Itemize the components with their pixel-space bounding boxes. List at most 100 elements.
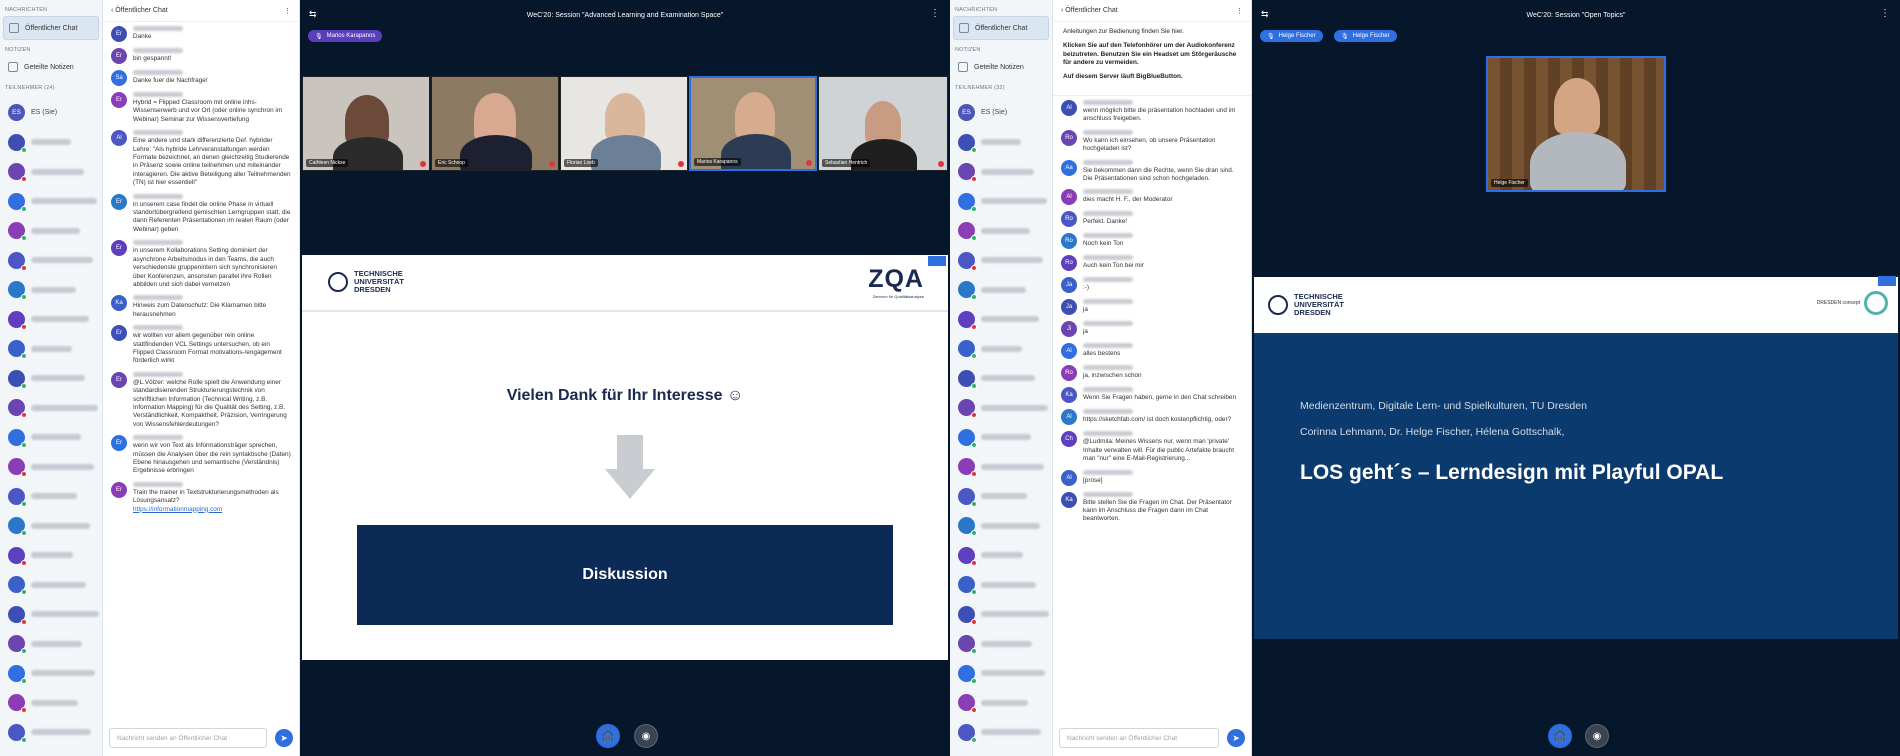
participant-item[interactable] [950, 688, 1052, 718]
users-toggle-icon[interactable]: ⇆ [309, 9, 317, 20]
avatar [8, 576, 27, 596]
chat-message: Ja:-) [1061, 277, 1243, 294]
participant-item[interactable] [0, 275, 102, 305]
chat-message-meta [1083, 189, 1243, 195]
slide-header: TECHNISCHE UNIVERSITÄT DRESDEN DRESDEN c… [1254, 277, 1898, 333]
muted-icon [938, 161, 944, 167]
status-dot [21, 736, 27, 743]
participant-item[interactable] [0, 128, 102, 158]
status-dot [971, 559, 977, 566]
chat-input[interactable]: Nachricht senden an Öffentlicher Chat [1059, 728, 1219, 748]
participant-item[interactable] [0, 659, 102, 689]
participant-item[interactable] [0, 157, 102, 187]
participant-item[interactable] [950, 246, 1052, 276]
shared-notes-nav-item[interactable]: Geteilte Notizen [3, 56, 99, 78]
chat-message-body: Hinweis zum Datenschutz: Die Klarnamen b… [133, 295, 291, 319]
participant-item[interactable] [950, 570, 1052, 600]
video-tile-active[interactable]: Marios Karapanos [689, 76, 817, 171]
participant-item[interactable] [0, 629, 102, 659]
participant-self[interactable]: ES ES (Sie) [950, 98, 1052, 128]
participant-name-redacted [31, 375, 85, 382]
public-chat-nav-item[interactable]: Öffentlicher Chat [953, 16, 1049, 40]
avatar [958, 251, 977, 271]
avatar [958, 723, 977, 743]
participant-item[interactable] [950, 364, 1052, 394]
slide-minimize-icon[interactable] [928, 256, 946, 266]
participant-item[interactable] [0, 364, 102, 394]
send-button[interactable]: ➤ [1227, 729, 1245, 747]
video-tile[interactable]: Eric Schoop [431, 76, 559, 171]
chat-header-back[interactable]: ‹ Öffentlicher Chat [1061, 7, 1118, 14]
participant-item[interactable] [950, 305, 1052, 335]
status-dot [21, 412, 27, 419]
participant-item[interactable] [0, 393, 102, 423]
participant-item[interactable] [950, 511, 1052, 541]
participant-item[interactable] [0, 334, 102, 364]
participant-item[interactable] [950, 275, 1052, 305]
chat-message-meta [133, 48, 291, 53]
shared-notes-nav-item[interactable]: Geteilte Notizen [953, 56, 1049, 78]
chat-options-icon[interactable]: ⋮ [1236, 7, 1243, 15]
talker-pill-name: Helge Fischer [1352, 33, 1390, 39]
participant-item[interactable] [950, 187, 1052, 217]
participant-item[interactable] [950, 718, 1052, 748]
participant-self[interactable]: ES ES (Sie) [0, 98, 102, 128]
avatar [958, 163, 977, 183]
chat-message-text: Perfekt. Danke! [1083, 218, 1128, 226]
participant-item[interactable] [0, 688, 102, 718]
mic-icon: 🎙 [315, 33, 323, 40]
participant-item[interactable] [0, 541, 102, 571]
options-icon[interactable]: ⋮ [1880, 8, 1890, 19]
video-tile[interactable]: Sebastian Hentrich [818, 76, 948, 171]
sender-name-redacted [133, 70, 183, 75]
chat-message-meta [1083, 343, 1243, 349]
participant-item[interactable] [0, 482, 102, 512]
video-tile[interactable]: Florian Loeb [560, 76, 688, 171]
participant-item[interactable] [950, 629, 1052, 659]
public-chat-nav-item[interactable]: Öffentlicher Chat [3, 16, 99, 40]
chat-header-back[interactable]: ‹ Öffentlicher Chat [111, 7, 168, 14]
participant-item[interactable] [950, 216, 1052, 246]
participant-item[interactable] [0, 511, 102, 541]
participant-item[interactable] [950, 423, 1052, 453]
chat-message-text: [prose] [1083, 476, 1103, 484]
avatar [8, 605, 27, 625]
video-button[interactable]: ◉ [634, 724, 658, 748]
chat-message-link[interactable]: https://informationmapping.com [133, 506, 222, 513]
chat-input[interactable]: Nachricht senden an Öffentlicher Chat [109, 728, 267, 748]
video-tile[interactable]: Cathleen Nickse [302, 76, 430, 171]
video-button[interactable]: ◉ [1585, 724, 1609, 748]
participant-item[interactable] [0, 246, 102, 276]
send-button[interactable]: ➤ [275, 729, 293, 747]
participant-item[interactable] [950, 482, 1052, 512]
participant-item[interactable] [950, 393, 1052, 423]
participant-item[interactable] [0, 216, 102, 246]
participant-item[interactable] [0, 718, 102, 748]
participant-item[interactable] [950, 452, 1052, 482]
participant-item[interactable] [0, 600, 102, 630]
slide-minimize-icon[interactable] [1878, 276, 1896, 286]
options-icon[interactable]: ⋮ [930, 8, 940, 19]
participant-item[interactable] [0, 305, 102, 335]
participant-item[interactable] [0, 570, 102, 600]
participant-item[interactable] [0, 187, 102, 217]
audio-button[interactable]: 🎧 [596, 724, 620, 748]
participant-item[interactable] [0, 423, 102, 453]
participant-name-redacted [31, 286, 76, 293]
participant-item[interactable] [950, 157, 1052, 187]
users-toggle-icon[interactable]: ⇆ [1261, 9, 1269, 20]
participant-item[interactable] [950, 334, 1052, 364]
chat-message-meta [1083, 211, 1243, 217]
chat-message: Ja ja [1061, 299, 1243, 316]
chat-message-body: alles bestens [1083, 343, 1243, 359]
participant-item[interactable] [950, 659, 1052, 689]
participant-item[interactable] [950, 600, 1052, 630]
participant-item[interactable] [0, 452, 102, 482]
video-tile-active[interactable]: Helge Fischer [1486, 56, 1666, 192]
status-dot [971, 353, 977, 360]
chat-message-text: bin gespannt! [133, 55, 172, 62]
participant-item[interactable] [950, 541, 1052, 571]
participant-item[interactable] [950, 128, 1052, 158]
audio-button[interactable]: 🎧 [1548, 724, 1572, 748]
chat-options-icon[interactable]: ⋮ [284, 7, 291, 15]
